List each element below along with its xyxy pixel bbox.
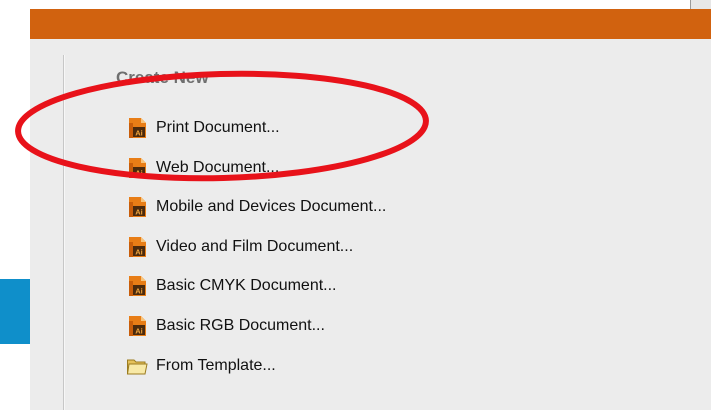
left-accent-strip xyxy=(0,279,30,344)
create-video-film-document[interactable]: Ai Video and Film Document... xyxy=(126,235,386,259)
scrollbar-corner[interactable] xyxy=(690,0,711,9)
item-label: Web Document... xyxy=(156,158,280,176)
illustrator-doc-icon: Ai xyxy=(129,118,146,138)
item-label: Mobile and Devices Document... xyxy=(156,198,387,216)
illustrator-doc-icon: Ai xyxy=(129,197,146,218)
header-bar xyxy=(30,9,711,39)
create-new-list: Ai Print Document... Ai Web Document... … xyxy=(126,116,386,393)
create-basic-rgb-document[interactable]: Ai Basic RGB Document... xyxy=(126,314,386,338)
item-label: Basic RGB Document... xyxy=(156,316,325,334)
create-new-heading: Create New xyxy=(116,68,209,87)
item-label: Print Document... xyxy=(156,119,280,136)
illustrator-doc-icon: Ai xyxy=(129,236,146,257)
svg-text:Ai: Ai xyxy=(135,129,143,138)
item-label: Basic CMYK Document... xyxy=(156,277,337,295)
create-from-template[interactable]: From Template... xyxy=(126,354,386,378)
window-top-gap xyxy=(0,0,711,9)
svg-text:Ai: Ai xyxy=(135,326,143,335)
panel-divider-highlight xyxy=(64,55,65,410)
illustrator-doc-icon: Ai xyxy=(129,157,146,178)
create-print-document[interactable]: Ai Print Document... xyxy=(126,116,386,140)
svg-text:Ai: Ai xyxy=(135,208,143,217)
svg-text:Ai: Ai xyxy=(135,287,143,296)
illustrator-doc-icon: Ai xyxy=(129,315,146,336)
item-label: Video and Film Document... xyxy=(156,237,354,255)
svg-text:Ai: Ai xyxy=(135,247,143,256)
svg-text:Ai: Ai xyxy=(135,168,143,177)
create-mobile-devices-document[interactable]: Ai Mobile and Devices Document... xyxy=(126,195,386,219)
create-basic-cmyk-document[interactable]: Ai Basic CMYK Document... xyxy=(126,274,386,298)
illustrator-doc-icon: Ai xyxy=(129,276,146,297)
item-label: From Template... xyxy=(156,356,276,374)
folder-icon xyxy=(126,359,148,375)
create-web-document[interactable]: Ai Web Document... xyxy=(126,156,386,180)
left-background xyxy=(0,9,30,410)
